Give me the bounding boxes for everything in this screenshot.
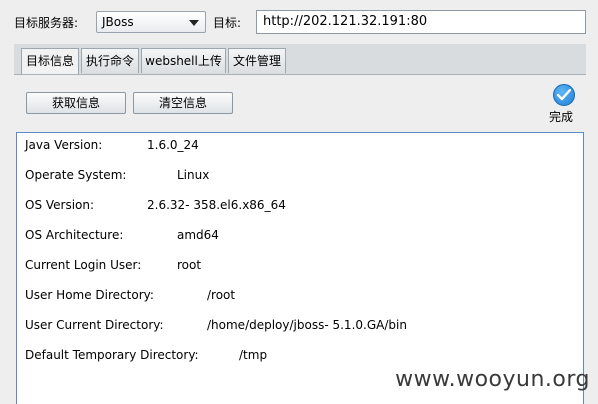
tab-webshell-upload[interactable]: webshell上传 bbox=[141, 48, 226, 73]
info-value: root bbox=[177, 258, 202, 272]
info-key: OS Architecture: bbox=[25, 228, 124, 242]
clear-info-button[interactable]: 清空信息 bbox=[133, 92, 233, 114]
info-value: 2.6.32- 358.el6.x86_64 bbox=[147, 198, 286, 212]
status-text: 完成 bbox=[549, 110, 574, 124]
output-panel[interactable]: Java Version: 1.6.0_24 Operate System: L… bbox=[16, 132, 584, 404]
target-input[interactable]: http://202.121.32.191:80 bbox=[256, 10, 586, 34]
server-select-value: JBoss bbox=[102, 15, 134, 29]
info-value: Linux bbox=[177, 168, 210, 182]
target-label: 目标: bbox=[213, 16, 242, 30]
tab-bar: 目标信息 执行命令 webshell上传 文件管理 bbox=[14, 44, 586, 75]
watermark: www.wooyun.org bbox=[395, 367, 590, 392]
info-value: /tmp bbox=[239, 348, 268, 362]
info-key: User Current Directory: bbox=[25, 318, 164, 332]
info-key: Default Temporary Directory: bbox=[25, 348, 199, 362]
check-icon bbox=[553, 84, 575, 106]
info-key: Current Login User: bbox=[25, 258, 142, 272]
info-value: 1.6.0_24 bbox=[147, 138, 199, 152]
chevron-down-icon bbox=[189, 20, 199, 26]
info-key: OS Version: bbox=[25, 198, 95, 212]
tab-target-info[interactable]: 目标信息 bbox=[21, 48, 79, 74]
info-value: /root bbox=[207, 288, 236, 302]
tab-execute-command[interactable]: 执行命令 bbox=[81, 48, 139, 73]
info-value: /home/deploy/jboss- 5.1.0.GA/bin bbox=[207, 318, 407, 332]
fetch-info-button[interactable]: 获取信息 bbox=[26, 92, 126, 114]
info-key: Operate System: bbox=[25, 168, 127, 182]
server-label: 目标服务器: bbox=[14, 16, 79, 30]
info-key: Java Version: bbox=[25, 138, 103, 152]
server-select[interactable]: JBoss bbox=[96, 11, 206, 33]
info-key: User Home Directory: bbox=[25, 288, 154, 302]
tab-file-manager[interactable]: 文件管理 bbox=[228, 48, 286, 73]
info-value: amd64 bbox=[177, 228, 219, 242]
